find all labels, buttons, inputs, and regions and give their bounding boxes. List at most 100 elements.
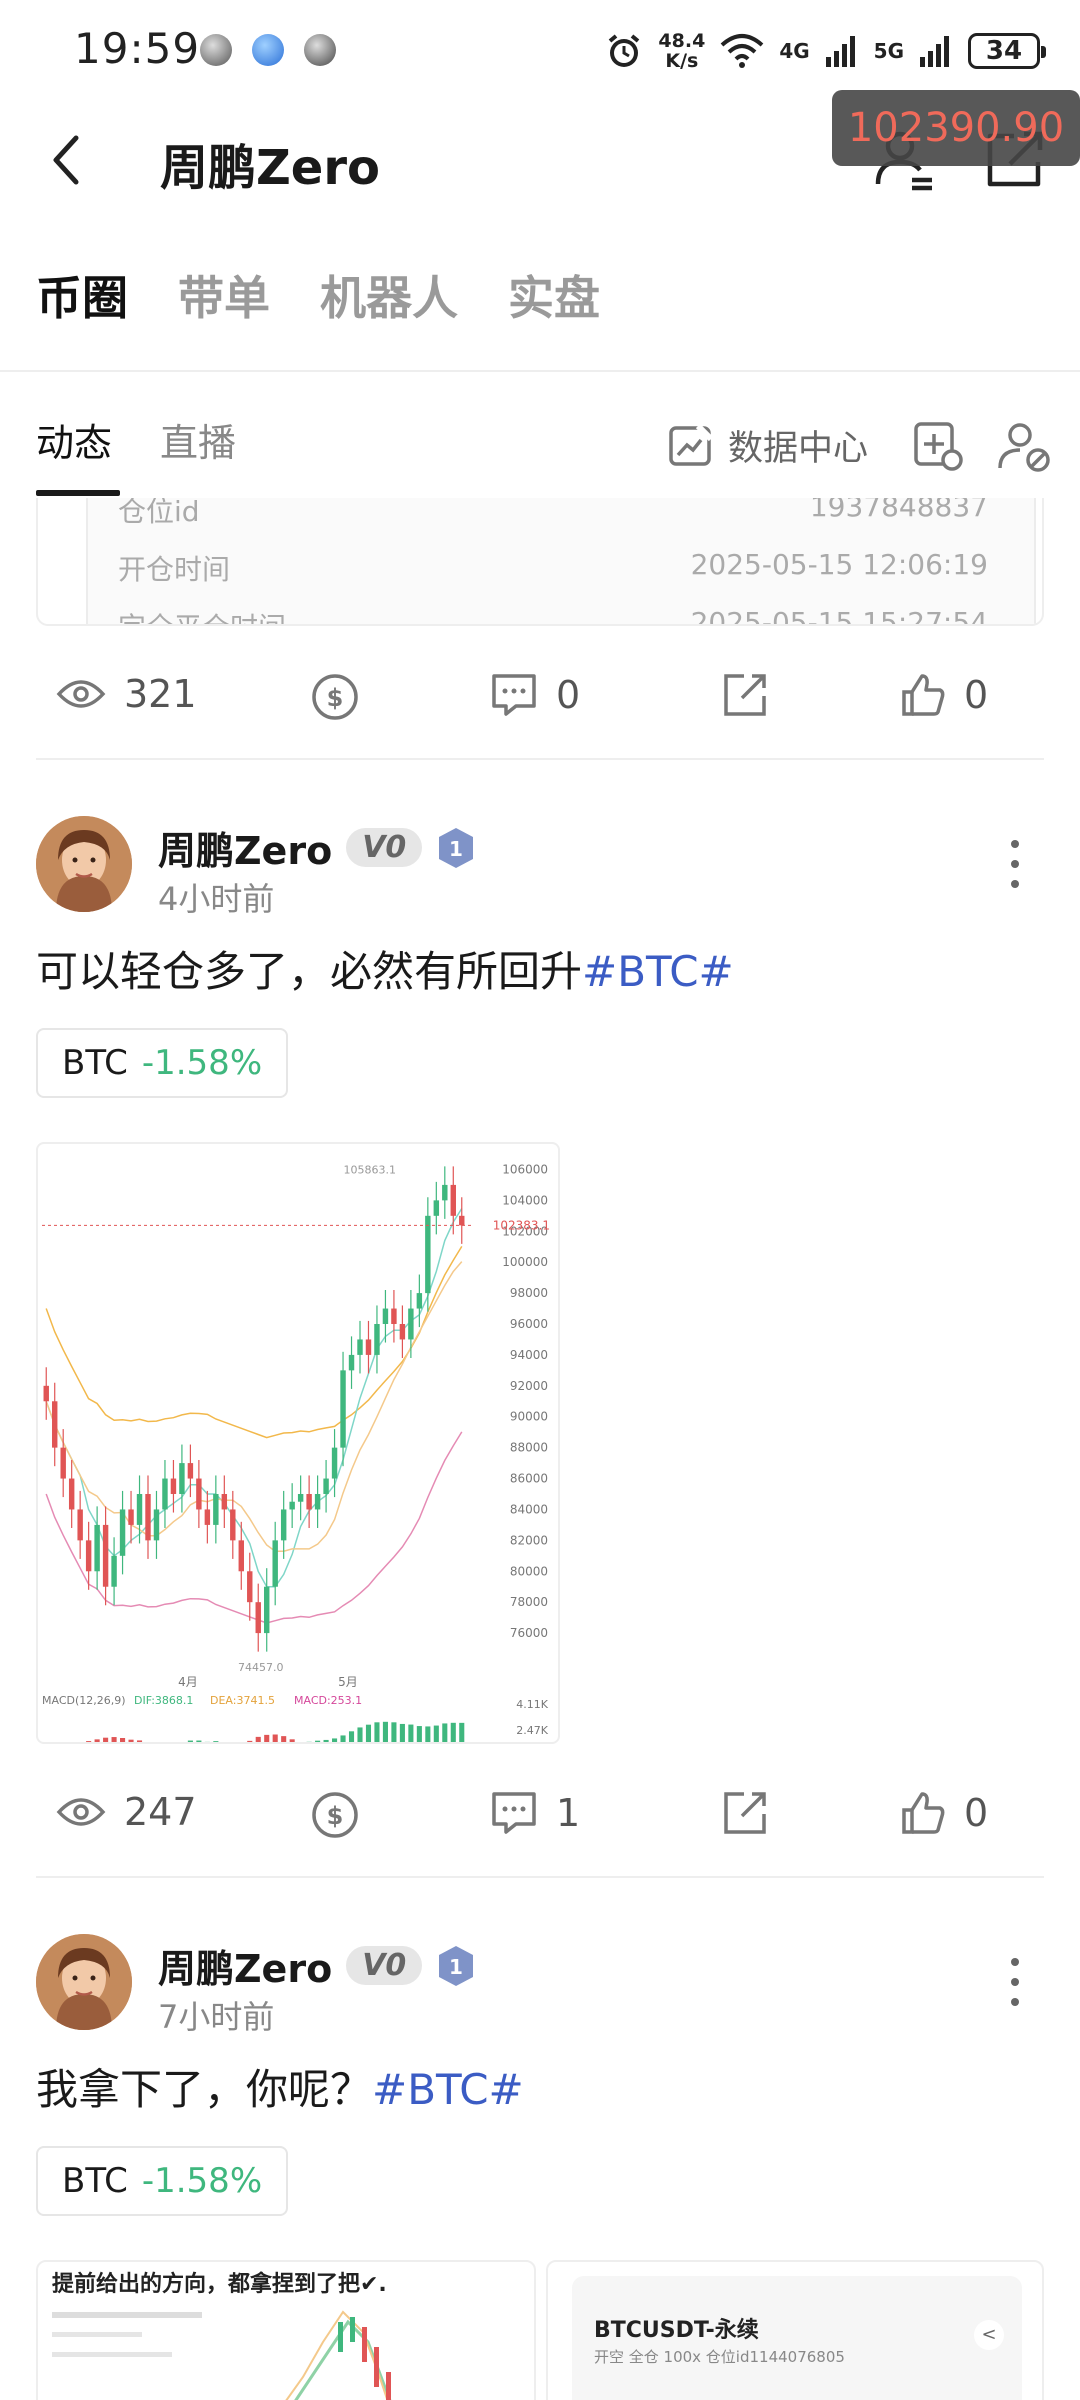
position-card[interactable]: 仓位id1937848837 开仓时间2025-05-15 12:06:19 完… (36, 498, 1044, 626)
x-tick-label: 5月 (338, 1675, 358, 1689)
y-tick-label: 98000 (510, 1286, 548, 1300)
candle-body (77, 1509, 83, 1541)
tab-live[interactable]: 直播 (160, 412, 236, 467)
y-tick-label: 96000 (510, 1317, 548, 1331)
candle-body (187, 1463, 194, 1479)
macd-bar (365, 1724, 372, 1742)
macd-bar (340, 1735, 346, 1742)
macd-bar (86, 1741, 92, 1742)
coin-symbol: BTC (62, 1043, 128, 1083)
author-name[interactable]: 周鹏Zero V0 1 (158, 820, 476, 875)
like-button[interactable]: 0 (900, 672, 988, 718)
share-button[interactable] (722, 1790, 768, 1836)
post-chart-image[interactable]: 106000 104000 102000 100000 98000 96000 94000 9… (36, 1142, 560, 1744)
macd-bar (171, 1743, 176, 1744)
macd-bar (374, 1722, 380, 1742)
tab-robot[interactable]: 机器人 (320, 262, 458, 328)
candle-body (221, 1494, 228, 1510)
status-bar: 19:59 48.4 K/s 4G 5G 34 (0, 0, 1080, 100)
user-settings-icon[interactable] (996, 418, 1052, 474)
candle-body (60, 1447, 66, 1479)
more-icon[interactable] (1000, 834, 1030, 894)
tab-copy-trade[interactable]: 带单 (178, 262, 270, 328)
candle-body (408, 1308, 414, 1340)
active-tab-indicator (36, 490, 120, 496)
tab-live-account[interactable]: 实盘 (508, 262, 600, 328)
like-button[interactable]: 0 (900, 1790, 988, 1836)
svg-text:$: $ (327, 684, 344, 712)
app-notification-icon (252, 34, 284, 66)
author-label: 周鹏Zero (158, 829, 333, 873)
app-notification-icon (200, 34, 232, 66)
back-icon[interactable] (46, 130, 86, 190)
y-tick-label: 104000 (502, 1193, 548, 1207)
thumbnail-chart (52, 2310, 392, 2400)
coin-tag[interactable]: BTC -1.58% (36, 2146, 289, 2216)
current-price-label: 102383.1 (493, 1218, 550, 1232)
share-icon[interactable]: < (974, 2320, 1004, 2350)
avatar-image (36, 816, 132, 912)
divider (0, 370, 1080, 372)
macd-bar (323, 1739, 329, 1742)
macd-bar (289, 1739, 295, 1742)
y-tick-label: 86000 (510, 1472, 548, 1486)
comment-button[interactable]: 0 (490, 672, 580, 718)
y-tick-label: 78000 (510, 1595, 548, 1609)
sub-tabs: 动态 直播 (36, 412, 236, 467)
candle-body (119, 1509, 126, 1556)
candle-body (43, 1385, 49, 1402)
ma5-line (45, 1208, 463, 1588)
post-image-thumbnail[interactable]: 提前给出的方向，都拿捏到了把✔. (36, 2260, 536, 2400)
divider (36, 758, 1044, 760)
candle-body (85, 1540, 92, 1572)
macd-bar (442, 1723, 448, 1742)
thumbnail-caption: 提前给出的方向，都拿捏到了把✔. (52, 2272, 387, 2297)
author-name[interactable]: 周鹏Zero V0 1 (158, 1938, 476, 1993)
share-button[interactable] (722, 672, 768, 718)
y-tick-label: 92000 (510, 1379, 548, 1393)
hashtag-link[interactable]: #BTC# (372, 2065, 524, 2114)
candle-body (306, 1494, 312, 1510)
tip-button[interactable]: $ (310, 672, 360, 722)
comment-button[interactable]: 1 (490, 1790, 580, 1836)
candle-body (153, 1509, 160, 1541)
tip-button[interactable]: $ (310, 1790, 360, 1840)
candle-body (264, 1586, 270, 1634)
macd-bar (94, 1739, 100, 1742)
hashtag-link[interactable]: #BTC# (582, 947, 734, 996)
status-time: 19:59 (74, 24, 201, 73)
candle-body (450, 1184, 456, 1216)
coin-tag[interactable]: BTC -1.58% (36, 1028, 289, 1098)
data-center-button[interactable]: 数据中心 (668, 420, 868, 471)
avatar[interactable] (36, 1934, 132, 2030)
x-tick-label: 4月 (178, 1675, 198, 1689)
add-icon[interactable] (910, 418, 966, 474)
more-icon[interactable] (1000, 1952, 1030, 2012)
y-tick-label: 90000 (510, 1410, 548, 1424)
post-image-thumbnail[interactable]: BTCUSDT-永续 开空 全仓 100x 仓位id1144076805 < (546, 2260, 1044, 2400)
y-tick-label: 84000 (510, 1502, 548, 1516)
network-speed: 48.4 K/s (658, 30, 706, 72)
macd-bar (391, 1722, 397, 1742)
macd-bar (348, 1731, 355, 1742)
avatar[interactable] (36, 816, 132, 912)
signal-icon (920, 36, 949, 67)
candle-body (238, 1540, 244, 1572)
wifi-icon (720, 34, 764, 68)
macd-legend: MACD(12,26,9) (42, 1694, 126, 1707)
divider (36, 1876, 1044, 1878)
macd-bar (120, 1738, 126, 1742)
candle-body (391, 1308, 397, 1324)
candle-body (204, 1509, 211, 1525)
price-overlay: 102390.90 (832, 90, 1080, 166)
comment-icon (492, 674, 536, 716)
tab-feed[interactable]: 动态 (36, 412, 112, 467)
tab-coin-circle[interactable]: 币圈 (36, 262, 128, 328)
alarm-icon (609, 34, 640, 67)
candle-body (331, 1447, 338, 1479)
macd-bar (196, 1740, 202, 1742)
macd-bar (145, 1742, 150, 1744)
macd-bar (433, 1725, 439, 1742)
share-icon (724, 1792, 766, 1834)
position-symbol: BTCUSDT-永续 (594, 2318, 759, 2343)
